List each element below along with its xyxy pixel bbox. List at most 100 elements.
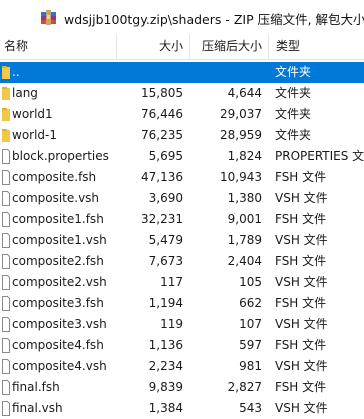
row-size: 1,136	[148, 338, 183, 352]
row-name: composite3.fsh	[12, 296, 104, 310]
row-name: composite2.vsh	[12, 275, 107, 289]
column-header-name[interactable]: 名称	[0, 34, 116, 59]
row-name: composite1.fsh	[12, 212, 104, 226]
file-icon	[0, 314, 10, 335]
row-name: composite.vsh	[12, 191, 100, 205]
file-row[interactable]: block.properties 5,695 1,824 PROPERTIES 文	[0, 146, 364, 167]
file-row[interactable]: composite3.fsh 1,194 662 FSH 文件	[0, 293, 364, 314]
folder-row[interactable]: lang 15,805 4,644 文件夹	[0, 83, 364, 104]
file-icon	[0, 377, 10, 398]
row-name: composite3.vsh	[12, 317, 107, 331]
row-size: 1,194	[148, 296, 183, 310]
row-size: 5,695	[148, 149, 183, 163]
file-row[interactable]: composite3.vsh 119 107 VSH 文件	[0, 314, 364, 335]
row-size: 9,839	[148, 380, 183, 394]
folder-icon	[0, 125, 10, 146]
row-size: 3,690	[148, 191, 183, 205]
row-type: VSH 文件	[275, 401, 328, 415]
row-compressed-size: 543	[239, 401, 262, 415]
row-name: final.vsh	[12, 401, 63, 415]
folder-row[interactable]: world1 76,446 29,037 文件夹	[0, 104, 364, 125]
column-header: 名称 大小 压缩后大小 类型	[0, 34, 364, 60]
row-type: FSH 文件	[275, 254, 327, 268]
folder-icon	[0, 62, 10, 83]
row-type: VSH 文件	[275, 275, 328, 289]
row-size: 117	[160, 275, 183, 289]
row-compressed-size: 662	[239, 296, 262, 310]
row-size: 47,136	[141, 170, 183, 184]
file-icon	[0, 209, 10, 230]
row-size: 76,235	[141, 128, 183, 142]
row-compressed-size: 107	[239, 317, 262, 331]
row-type: 文件夹	[275, 86, 312, 100]
row-type: VSH 文件	[275, 233, 328, 247]
row-compressed-size: 9,001	[227, 212, 262, 226]
file-row[interactable]: composite.fsh 47,136 10,943 FSH 文件	[0, 167, 364, 188]
row-size: 119	[160, 317, 183, 331]
file-icon	[0, 230, 10, 251]
row-type: 文件夹	[275, 107, 312, 121]
row-compressed-size: 2,404	[227, 254, 262, 268]
row-type: PROPERTIES 文	[275, 149, 364, 163]
file-row[interactable]: final.vsh 1,384 543 VSH 文件	[0, 398, 364, 419]
row-name: composite2.fsh	[12, 254, 104, 268]
file-row[interactable]: composite4.fsh 1,136 597 FSH 文件	[0, 335, 364, 356]
row-name: composite4.vsh	[12, 359, 107, 373]
file-row[interactable]: composite4.vsh 2,234 981 VSH 文件	[0, 356, 364, 377]
file-icon	[0, 272, 10, 293]
row-compressed-size: 1,380	[227, 191, 262, 205]
file-icon	[0, 188, 10, 209]
row-type: VSH 文件	[275, 191, 328, 205]
row-size: 7,673	[148, 254, 183, 268]
row-size: 2,234	[148, 359, 183, 373]
row-size: 1,384	[148, 401, 183, 415]
row-compressed-size: 10,943	[220, 170, 262, 184]
row-size	[116, 62, 183, 83]
file-icon	[0, 146, 10, 167]
row-size: 5,479	[148, 233, 183, 247]
file-row[interactable]: composite1.fsh 32,231 9,001 FSH 文件	[0, 209, 364, 230]
file-row[interactable]: composite.vsh 3,690 1,380 VSH 文件	[0, 188, 364, 209]
row-type: FSH 文件	[275, 170, 327, 184]
file-icon	[0, 398, 10, 419]
row-type: FSH 文件	[275, 380, 327, 394]
folder-icon	[0, 104, 10, 125]
folder-row[interactable]: .. 文件夹	[0, 62, 364, 83]
column-header-size[interactable]: 大小	[116, 34, 189, 59]
file-icon	[0, 251, 10, 272]
column-header-type[interactable]: 类型	[268, 34, 364, 59]
row-compressed-size: 4,644	[227, 86, 262, 100]
file-icon	[0, 335, 10, 356]
row-type: FSH 文件	[275, 296, 327, 310]
row-type: FSH 文件	[275, 338, 327, 352]
row-type: VSH 文件	[275, 317, 328, 331]
row-compressed-size: 28,959	[220, 128, 262, 142]
file-row[interactable]: composite2.vsh 117 105 VSH 文件	[0, 272, 364, 293]
folder-row[interactable]: world-1 76,235 28,959 文件夹	[0, 125, 364, 146]
row-compressed-size: 2,827	[227, 380, 262, 394]
row-compressed-size	[189, 62, 262, 83]
row-type: VSH 文件	[275, 359, 328, 373]
file-icon	[0, 293, 10, 314]
file-row[interactable]: final.fsh 9,839 2,827 FSH 文件	[0, 377, 364, 398]
file-row[interactable]: composite1.vsh 5,479 1,789 VSH 文件	[0, 230, 364, 251]
row-name: composite4.fsh	[12, 338, 104, 352]
file-icon	[0, 167, 10, 188]
row-name: block.properties	[12, 149, 109, 163]
column-header-compressed[interactable]: 压缩后大小	[189, 34, 268, 59]
row-name: final.fsh	[12, 380, 60, 394]
row-type: 文件夹	[275, 65, 312, 79]
row-compressed-size: 1,789	[227, 233, 262, 247]
title-bar: wdsjjb100tgy.zip\shaders - ZIP 压缩文件, 解包大…	[0, 0, 364, 34]
row-compressed-size: 981	[239, 359, 262, 373]
folder-icon	[0, 83, 10, 104]
row-name: ..	[12, 65, 20, 79]
row-compressed-size: 105	[239, 275, 262, 289]
row-size: 15,805	[141, 86, 183, 100]
row-name: composite.fsh	[12, 170, 97, 184]
file-list: .. 文件夹 lang 15,805 4,644 文件夹 world1 76,446 29,03…	[0, 62, 364, 419]
file-row[interactable]: composite2.fsh 7,673 2,404 FSH 文件	[0, 251, 364, 272]
file-icon	[0, 356, 10, 377]
row-type: FSH 文件	[275, 212, 327, 226]
winrar-archive-icon	[40, 9, 57, 26]
